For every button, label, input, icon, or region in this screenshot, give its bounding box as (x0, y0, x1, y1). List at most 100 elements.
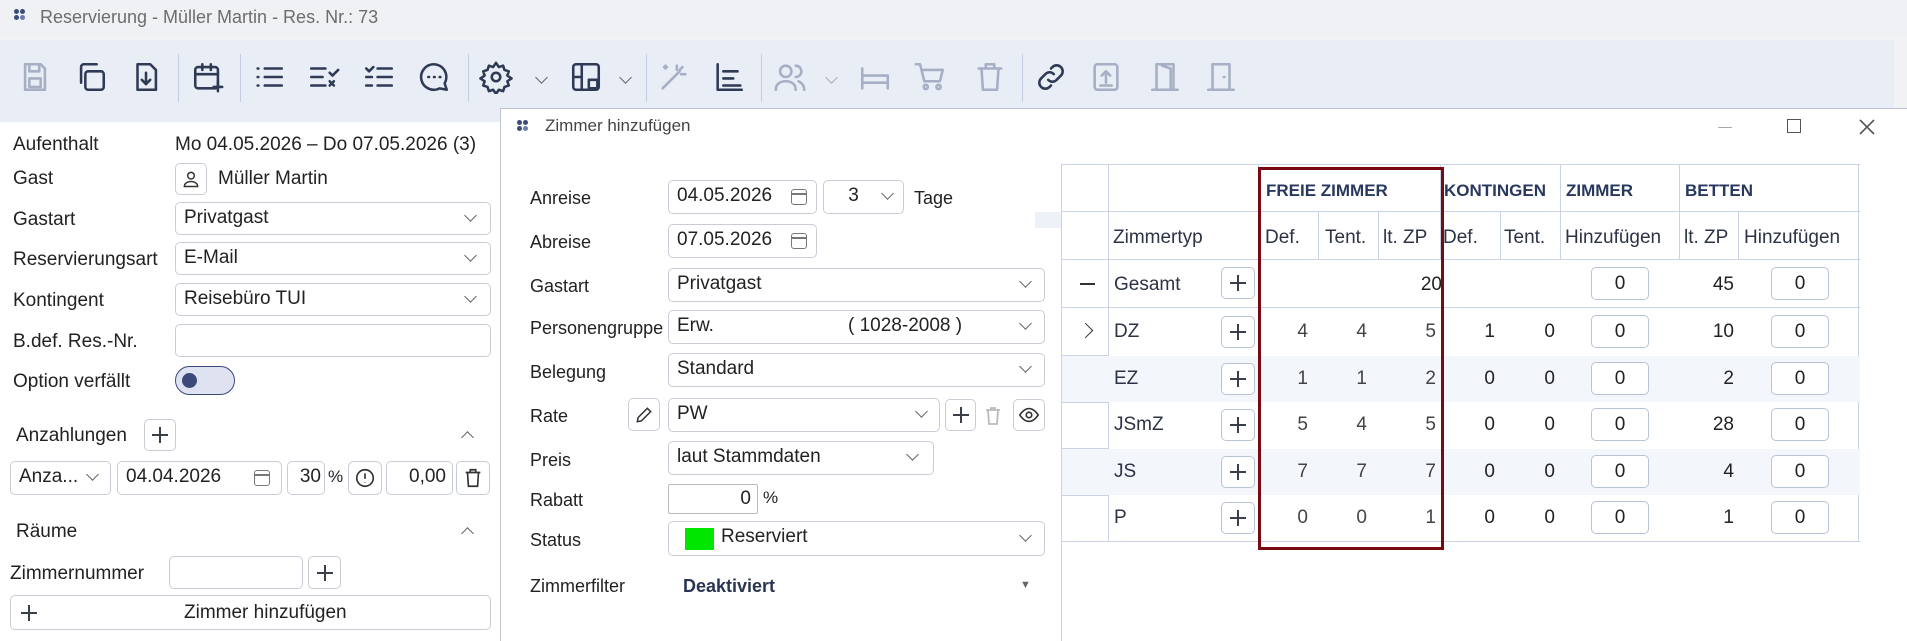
info-button[interactable] (348, 461, 382, 495)
guest-button[interactable] (175, 163, 207, 195)
plus-icon (1230, 417, 1246, 433)
list-check-icon[interactable] (306, 59, 342, 95)
kontingent-def: 0 (1484, 507, 1495, 528)
personengruppe-select[interactable]: Erw. ( 1028-2008 ) (668, 310, 1045, 344)
col-header-betten-ltzp[interactable]: lt. ZP (1684, 227, 1728, 249)
col-header-betten-hinzufuegen[interactable]: Hinzufügen (1744, 227, 1840, 249)
gast-value: Müller Martin (218, 168, 328, 189)
add-room-type-button[interactable] (1221, 502, 1255, 534)
betten-add-input[interactable]: 0 (1771, 455, 1829, 488)
betten-ltzp: 10 (1712, 321, 1734, 342)
option-toggle[interactable] (175, 366, 235, 395)
minimize-icon[interactable] (1718, 127, 1732, 128)
bdef-res-nr-input[interactable] (175, 324, 491, 357)
chart-icon[interactable] (711, 59, 747, 95)
upload-icon[interactable] (1088, 59, 1124, 95)
betten-add-input[interactable]: 0 (1771, 315, 1829, 348)
zimmer-hinzufuegen-button[interactable]: Zimmer hinzufügen (10, 595, 491, 630)
trash-icon[interactable] (981, 404, 1009, 428)
close-icon[interactable] (1857, 117, 1877, 137)
users-icon[interactable] (772, 59, 808, 95)
col-header-zimmertyp[interactable]: Zimmertyp (1113, 227, 1203, 249)
edit-rate-button[interactable] (628, 398, 660, 431)
group-header-betten: BETTEN (1685, 181, 1753, 200)
kontingent-def: 0 (1484, 414, 1495, 435)
rate-select[interactable]: PW (668, 398, 940, 432)
betten-add-input[interactable]: 0 (1771, 408, 1829, 441)
zimmerfilter-select[interactable]: Deaktiviert ▼ (683, 576, 1043, 602)
nights-select[interactable]: 3 (823, 180, 904, 214)
betten-ltzp: 28 (1712, 414, 1734, 435)
checklist-icon[interactable] (361, 59, 397, 95)
calendar-icon[interactable] (791, 189, 807, 205)
plus-icon (316, 564, 333, 581)
rabatt-input[interactable]: 0 (668, 484, 758, 514)
room-type-label: EZ (1114, 368, 1139, 389)
col-header-kontingent-def[interactable]: Def. (1443, 227, 1478, 249)
collapse-icon[interactable] (1080, 283, 1095, 285)
zimmer-add-input[interactable]: 0 (1591, 408, 1649, 441)
betten-add-input[interactable]: 0 (1771, 501, 1829, 534)
kontingent-select[interactable]: Reisebüro TUI (175, 283, 491, 316)
total-zimmer-add-input[interactable]: 0 (1591, 267, 1649, 300)
preis-select[interactable]: laut Stammdaten (668, 441, 934, 475)
cart-icon[interactable] (912, 59, 948, 95)
col-header-zimmer-hinzufuegen[interactable]: Hinzufügen (1565, 227, 1661, 249)
room-plan-icon[interactable] (568, 59, 604, 95)
status-select[interactable]: Reserviert (668, 521, 1045, 556)
add-room-type-button[interactable] (1221, 363, 1255, 395)
bed-icon[interactable] (857, 59, 893, 95)
belegung-select[interactable]: Standard (668, 353, 1045, 387)
gear-icon[interactable] (478, 59, 514, 95)
anzahlung-amount-input[interactable]: 0,00 (386, 461, 453, 495)
add-total-button[interactable] (1221, 267, 1255, 299)
reservierungsart-select[interactable]: E-Mail (175, 242, 491, 275)
plus-icon (1230, 371, 1246, 387)
group-header-zimmer: ZIMMER (1566, 181, 1634, 200)
calendar-icon[interactable] (791, 233, 807, 249)
list-icon[interactable] (251, 59, 287, 95)
view-rate-button[interactable] (1013, 399, 1045, 431)
add-room-type-button[interactable] (1221, 316, 1255, 348)
door-icon[interactable] (1203, 59, 1239, 95)
total-label: Gesamt (1114, 274, 1181, 295)
copy-icon[interactable] (73, 59, 109, 95)
add-room-type-button[interactable] (1221, 456, 1255, 488)
anzahlung-percent-input[interactable]: 30 (287, 461, 325, 495)
kontingent-tent: 0 (1544, 368, 1555, 389)
trash-icon[interactable] (972, 59, 1008, 95)
pencil-icon (636, 406, 652, 423)
add-anzahlung-button[interactable] (144, 419, 176, 451)
magic-wand-icon[interactable] (656, 59, 692, 95)
zimmer-add-input[interactable]: 0 (1591, 455, 1649, 488)
dialog-title: Zimmer hinzufügen (545, 116, 691, 135)
dialog-gastart-select[interactable]: Privatgast (668, 268, 1045, 302)
zimmernummer-input[interactable] (169, 556, 303, 589)
link-icon[interactable] (1033, 59, 1069, 95)
betten-add-input[interactable]: 0 (1771, 362, 1829, 395)
zimmer-add-input[interactable]: 0 (1591, 501, 1649, 534)
option-label: Option verfällt (13, 371, 131, 392)
col-header-kontingent-tent[interactable]: Tent. (1504, 227, 1545, 249)
door-open-icon[interactable] (1147, 59, 1183, 95)
download-icon[interactable] (128, 59, 164, 95)
total-betten-add-input[interactable]: 0 (1771, 267, 1829, 300)
save-icon[interactable] (17, 59, 53, 95)
calendar-add-icon[interactable] (190, 59, 226, 95)
status-label: Status (530, 530, 582, 550)
delete-anzahlung-button[interactable] (456, 461, 490, 495)
add-zimmernummer-button[interactable] (308, 556, 341, 589)
calendar-icon[interactable] (254, 470, 270, 486)
gastart-select[interactable]: Privatgast (175, 202, 491, 235)
aufenthalt-value: Mo 04.05.2026 – Do 07.05.2026 (3) (175, 134, 477, 155)
zimmer-add-input[interactable]: 0 (1591, 315, 1649, 348)
add-rate-button[interactable] (945, 399, 976, 431)
zimmer-add-input[interactable]: 0 (1591, 362, 1649, 395)
maximize-icon[interactable] (1787, 119, 1801, 133)
kontingent-tent: 0 (1544, 507, 1555, 528)
chat-icon[interactable] (416, 59, 452, 95)
add-room-type-button[interactable] (1221, 409, 1255, 441)
user-icon (183, 171, 199, 188)
anzahlungen-label: Anzahlungen (16, 425, 127, 446)
anzahlung-type-select[interactable]: Anza... (10, 461, 111, 495)
